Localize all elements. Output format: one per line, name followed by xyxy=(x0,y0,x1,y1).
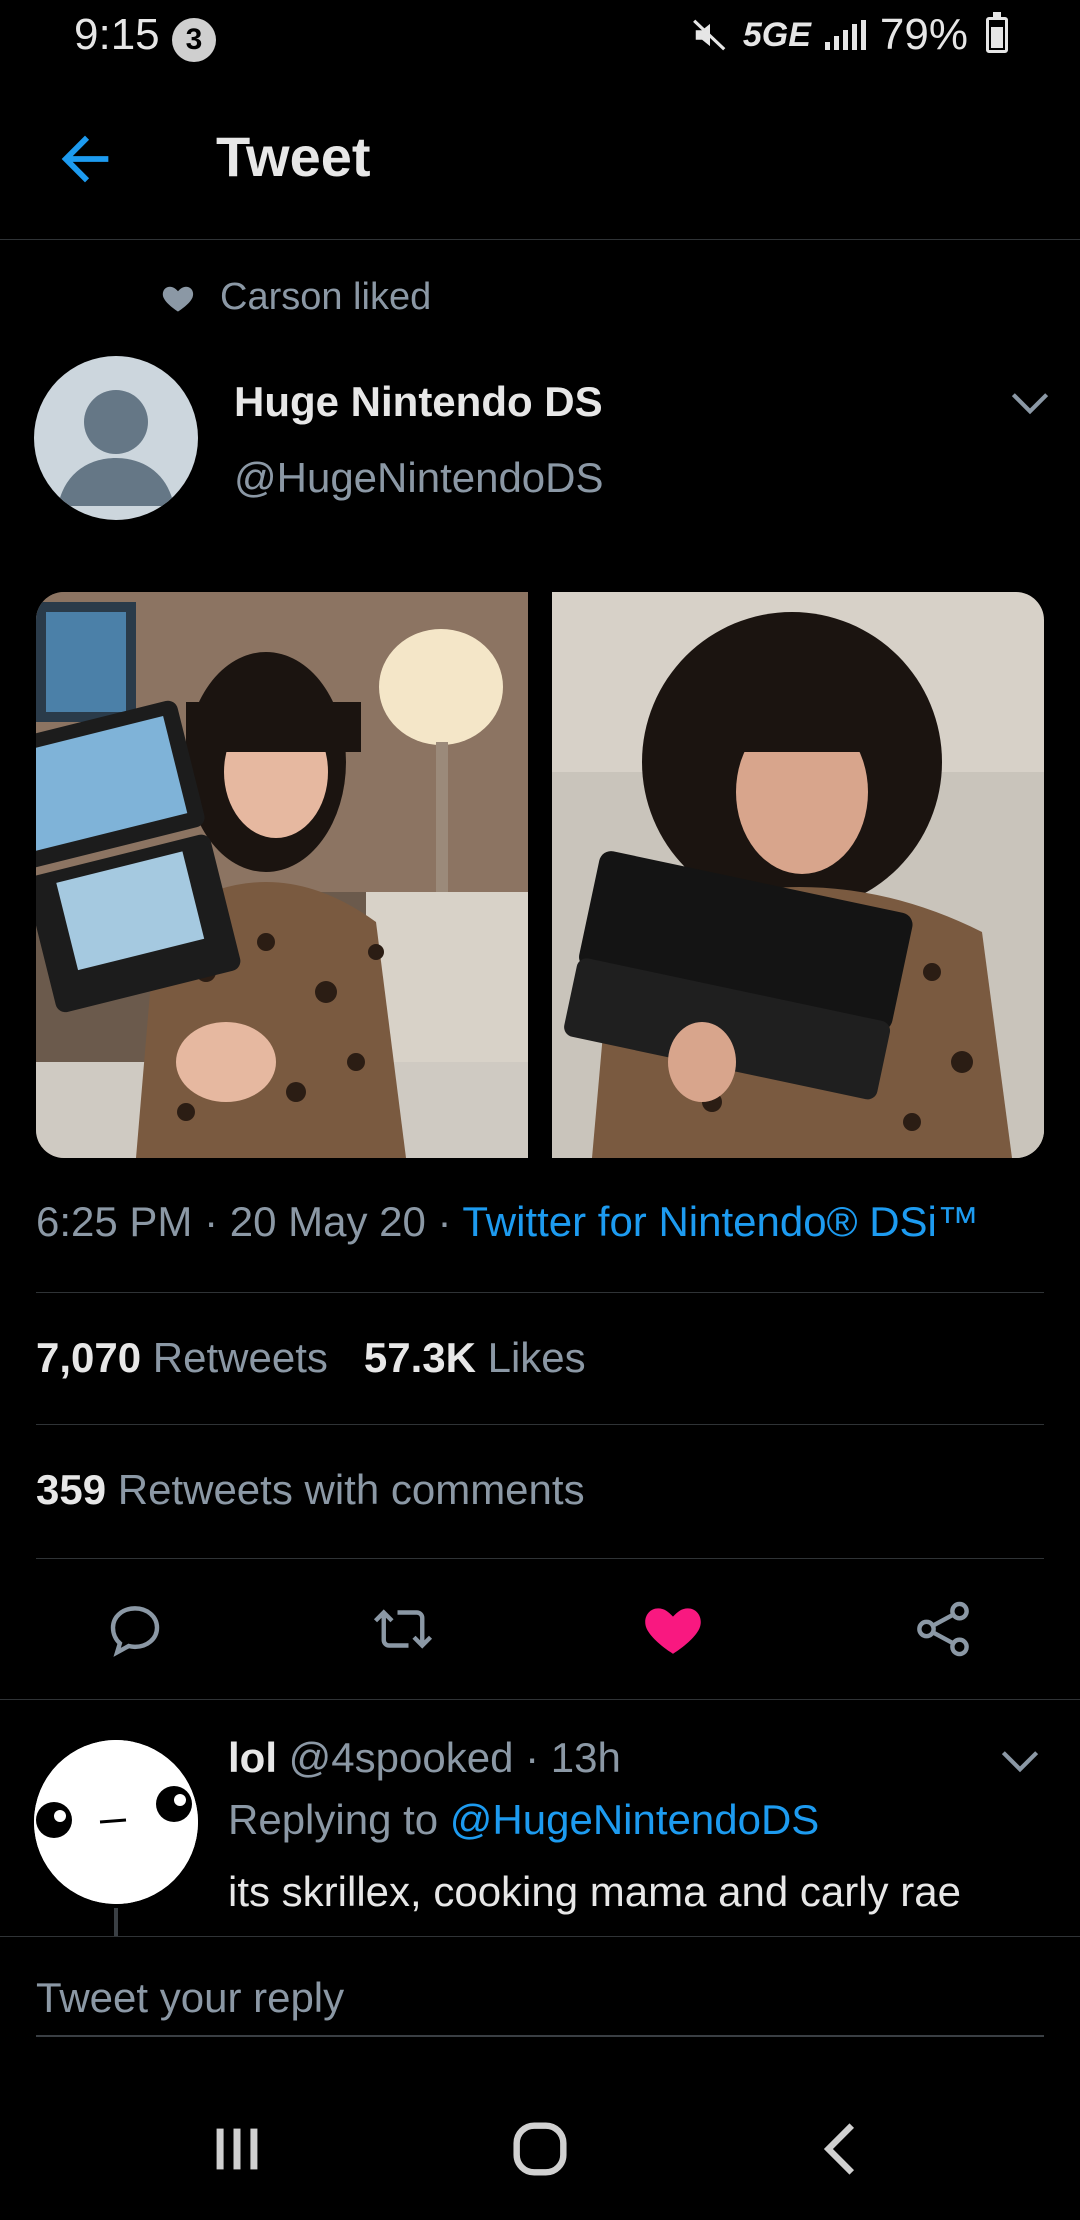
divider xyxy=(36,1558,1044,1559)
tweet-action-bar xyxy=(0,1560,1080,1700)
reply-header: lol @4spooked · 13h xyxy=(228,1734,621,1782)
retweets-count: 7,070 xyxy=(36,1334,142,1381)
default-profile-icon xyxy=(58,390,174,506)
battery-icon xyxy=(986,12,1008,53)
reply-author-name[interactable]: lol xyxy=(228,1734,277,1781)
status-time: 9:15 xyxy=(74,10,160,59)
quote-tweets-stat[interactable]: 359 Retweets with comments xyxy=(36,1466,585,1514)
chevron-down-icon[interactable] xyxy=(1000,1746,1040,1776)
replying-to-mention[interactable]: @HugeNintendoDS xyxy=(450,1796,820,1843)
reply-input[interactable] xyxy=(36,1961,1044,2037)
reply-avatar[interactable] xyxy=(34,1740,198,1904)
reply-meta: @4spooked · 13h xyxy=(277,1734,621,1781)
tweet-timestamp: 6:25 PM · 20 May 20 · Twitter for Ninten… xyxy=(36,1198,979,1246)
status-bar: 9:15 3 5GE 79% xyxy=(0,0,1080,80)
share-icon[interactable] xyxy=(910,1596,976,1662)
like-icon[interactable] xyxy=(640,1596,706,1662)
chevron-down-icon[interactable] xyxy=(1010,388,1050,418)
notification-count-badge: 3 xyxy=(172,18,216,62)
media-photo-1[interactable] xyxy=(36,592,528,1158)
media-photo-2[interactable] xyxy=(552,592,1044,1158)
top-app-bar: Tweet xyxy=(0,80,1080,240)
tweet-source-link[interactable]: Twitter for Nintendo® DSi™ xyxy=(462,1198,978,1245)
signal-icon xyxy=(824,20,866,50)
retweet-icon[interactable] xyxy=(370,1596,436,1662)
quote-label: Retweets with comments xyxy=(117,1466,585,1513)
social-context: Carson liked xyxy=(160,276,431,319)
back-icon[interactable] xyxy=(808,2114,878,2184)
retweets-label: Retweets xyxy=(152,1334,328,1381)
retweets-stat[interactable]: 7,070 Retweets xyxy=(36,1334,328,1381)
network-type: 5GE xyxy=(742,15,811,54)
system-nav-bar xyxy=(0,2060,1080,2220)
photo-woman-holding-ds-icon xyxy=(36,592,528,1158)
battery-percent: 79% xyxy=(879,10,968,59)
timestamp-text: 6:25 PM · 20 May 20 · xyxy=(36,1198,463,1245)
page-title: Tweet xyxy=(216,125,371,188)
likes-label: Likes xyxy=(487,1334,586,1381)
heart-icon xyxy=(162,286,194,311)
divider xyxy=(36,1292,1044,1293)
author-name[interactable]: Huge Nintendo DS xyxy=(234,378,603,426)
social-context-label: Carson liked xyxy=(220,276,432,318)
replying-to: Replying to @HugeNintendoDS xyxy=(228,1796,819,1844)
reply-composer xyxy=(0,1936,1080,2060)
likes-stat[interactable]: 57.3K Likes xyxy=(364,1334,586,1381)
tweet-stats: 7,070 Retweets 57.3K Likes xyxy=(36,1334,586,1382)
likes-count: 57.3K xyxy=(363,1334,476,1381)
recents-icon[interactable] xyxy=(202,2114,272,2184)
back-arrow-icon[interactable] xyxy=(50,124,120,194)
mute-icon xyxy=(692,19,726,51)
replying-to-prefix: Replying to xyxy=(228,1796,450,1843)
quote-count: 359 xyxy=(36,1466,107,1513)
thread-line xyxy=(114,1908,118,1938)
photo-woman-playing-ds-icon xyxy=(552,592,1044,1158)
reply-icon[interactable] xyxy=(102,1596,168,1662)
tweet-media xyxy=(36,592,1044,1158)
face-avatar-icon xyxy=(34,1740,198,1904)
author-handle[interactable]: @HugeNintendoDS xyxy=(234,454,604,502)
divider xyxy=(36,1424,1044,1425)
home-icon[interactable] xyxy=(505,2114,575,2184)
author-avatar[interactable] xyxy=(34,356,198,520)
reply-text: its skrillex, cooking mama and carly rae… xyxy=(228,1868,961,1934)
